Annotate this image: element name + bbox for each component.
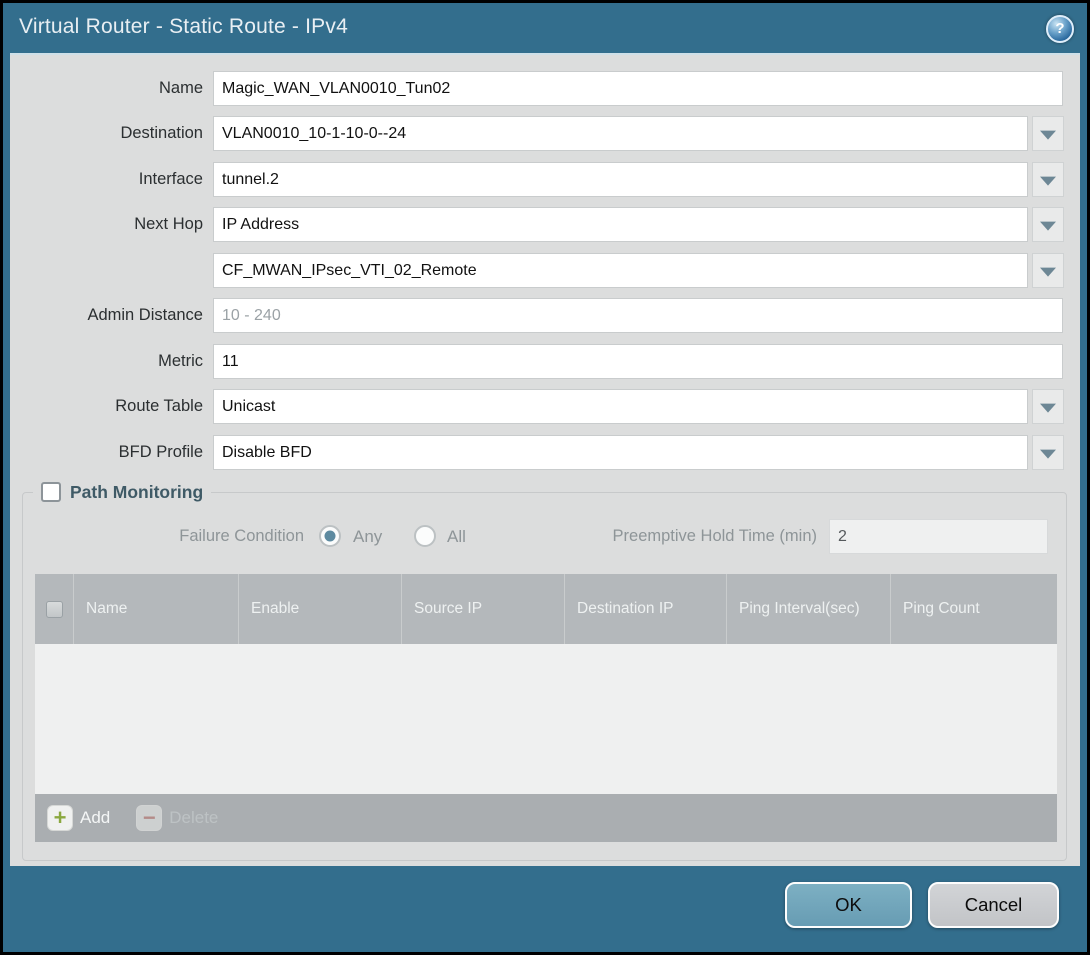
form-row-next-hop-address	[10, 253, 1080, 288]
interface-dropdown-button[interactable]	[1032, 162, 1064, 197]
failure-condition-row: Failure Condition Any All Preemptive Hol…	[23, 519, 1066, 554]
destination-dropdown-button[interactable]	[1032, 116, 1064, 151]
bfd-profile-dropdown-button[interactable]	[1032, 435, 1064, 470]
form-row-admin-distance: Admin Distance	[10, 298, 1080, 333]
chevron-down-icon	[1040, 130, 1056, 139]
ok-button[interactable]: OK	[785, 882, 912, 928]
admin-distance-label: Admin Distance	[10, 298, 203, 333]
metric-label: Metric	[10, 344, 203, 379]
failure-condition-any-label: Any	[353, 519, 382, 554]
destination-label: Destination	[10, 116, 203, 151]
table-body-empty	[35, 644, 1057, 794]
destination-input[interactable]	[213, 116, 1028, 151]
add-icon: +	[47, 805, 73, 831]
path-monitoring-table: Name Enable Source IP Destination IP Pin…	[35, 574, 1057, 842]
path-monitoring-legend: Path Monitoring	[33, 479, 211, 505]
failure-condition-all-label: All	[447, 519, 466, 554]
path-monitoring-section: Path Monitoring Failure Condition Any Al…	[22, 492, 1067, 861]
form-row-name: Name	[10, 71, 1080, 106]
form-row-next-hop: Next Hop	[10, 207, 1080, 242]
bfd-profile-label: BFD Profile	[10, 435, 203, 470]
cancel-button[interactable]: Cancel	[928, 882, 1059, 928]
form-row-interface: Interface	[10, 162, 1080, 197]
failure-condition-any-radio[interactable]	[319, 525, 341, 547]
preemptive-hold-time-input[interactable]	[829, 519, 1048, 554]
select-all-checkbox[interactable]	[46, 601, 63, 618]
column-header-ping-count: Ping Count	[890, 574, 1057, 644]
failure-condition-all-radio[interactable]	[414, 525, 436, 547]
form-row-metric: Metric	[10, 344, 1080, 379]
select-all-cell	[35, 574, 73, 644]
failure-condition-label: Failure Condition	[23, 519, 304, 554]
route-table-dropdown-button[interactable]	[1032, 389, 1064, 424]
column-header-enable: Enable	[238, 574, 401, 644]
column-header-name: Name	[73, 574, 238, 644]
column-header-source-ip: Source IP	[401, 574, 564, 644]
interface-input[interactable]	[213, 162, 1028, 197]
chevron-down-icon	[1040, 403, 1056, 412]
add-button-label: Add	[80, 808, 110, 828]
next-hop-type-input[interactable]	[213, 207, 1028, 242]
column-header-ping-interval: Ping Interval(sec)	[726, 574, 890, 644]
next-hop-address-label	[10, 253, 203, 288]
form-row-bfd-profile: BFD Profile	[10, 435, 1080, 470]
next-hop-type-dropdown-button[interactable]	[1032, 207, 1064, 242]
column-header-destination-ip: Destination IP	[564, 574, 726, 644]
next-hop-address-input[interactable]	[213, 253, 1028, 288]
dialog-title: Virtual Router - Static Route - IPv4	[19, 15, 348, 39]
bfd-profile-input[interactable]	[213, 435, 1028, 470]
chevron-down-icon	[1040, 267, 1056, 276]
chevron-down-icon	[1040, 221, 1056, 230]
metric-input[interactable]	[213, 344, 1063, 379]
static-route-dialog: Virtual Router - Static Route - IPv4 ? N…	[0, 0, 1090, 955]
form-row-route-table: Route Table	[10, 389, 1080, 424]
dialog-content: Name Destination Interface Next Hop Admi…	[10, 53, 1080, 866]
interface-label: Interface	[10, 162, 203, 197]
admin-distance-input[interactable]	[213, 298, 1063, 333]
name-input[interactable]	[213, 71, 1063, 106]
path-monitoring-label: Path Monitoring	[70, 482, 203, 503]
add-button[interactable]: + Add	[47, 805, 110, 831]
title-bar: Virtual Router - Static Route - IPv4 ?	[3, 3, 1087, 53]
delete-icon: −	[136, 805, 162, 831]
preemptive-hold-time-label: Preemptive Hold Time (min)	[543, 519, 817, 554]
table-toolbar: + Add − Delete	[35, 794, 1057, 842]
delete-button-label: Delete	[169, 808, 218, 828]
chevron-down-icon	[1040, 176, 1056, 185]
next-hop-address-dropdown-button[interactable]	[1032, 253, 1064, 288]
route-table-input[interactable]	[213, 389, 1028, 424]
name-label: Name	[10, 71, 203, 106]
chevron-down-icon	[1040, 449, 1056, 458]
next-hop-label: Next Hop	[10, 207, 203, 242]
table-header-row: Name Enable Source IP Destination IP Pin…	[35, 574, 1057, 644]
form-row-destination: Destination	[10, 116, 1080, 151]
delete-button[interactable]: − Delete	[136, 805, 218, 831]
path-monitoring-checkbox[interactable]	[41, 482, 61, 502]
help-icon[interactable]: ?	[1046, 15, 1074, 43]
route-table-label: Route Table	[10, 389, 203, 424]
